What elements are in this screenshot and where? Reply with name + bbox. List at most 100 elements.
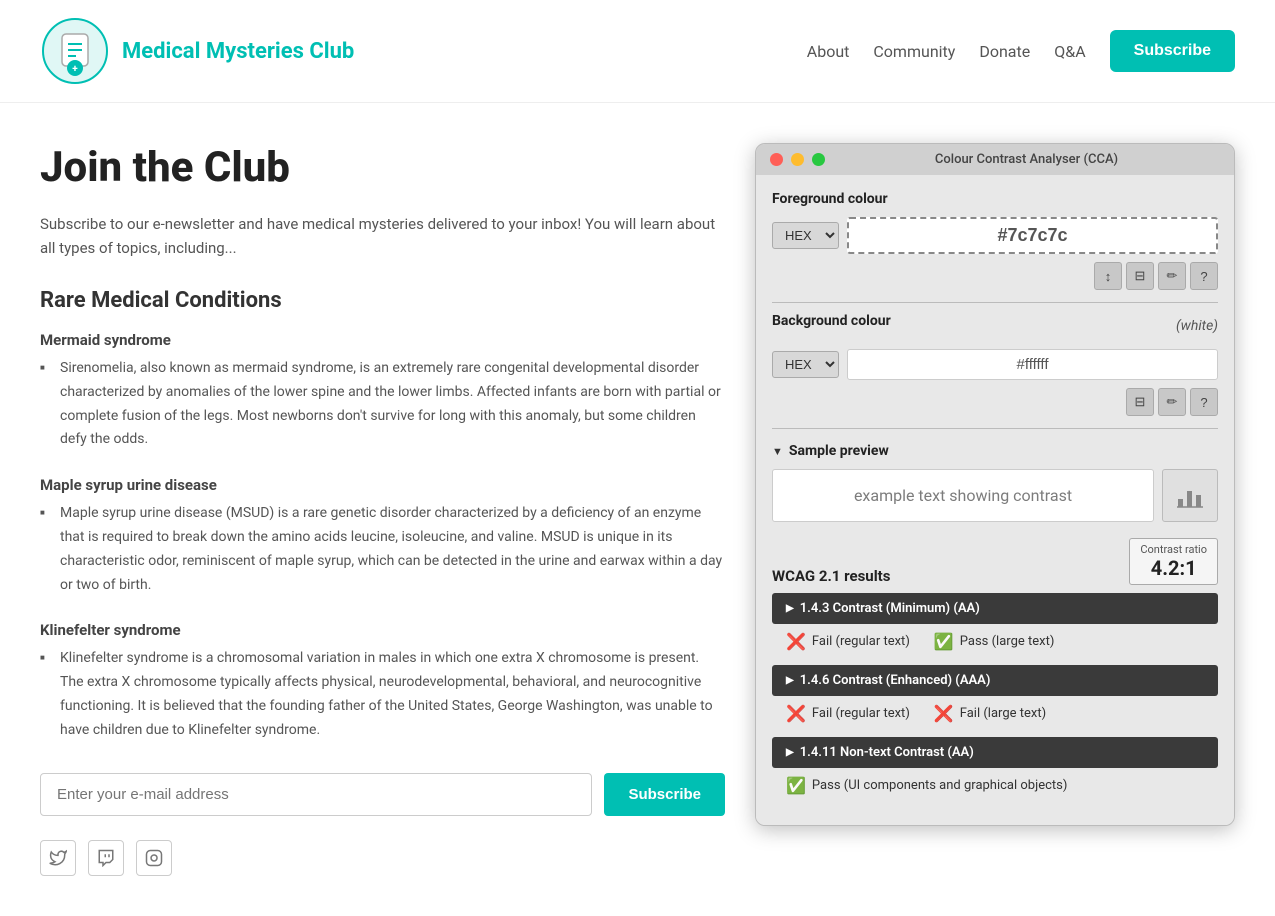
result-text: Pass (UI components and graphical object… bbox=[812, 778, 1067, 793]
wcag-item-triangle-icon: ▶ bbox=[786, 675, 794, 686]
fail-icon: ❌ bbox=[786, 704, 806, 723]
wcag-item-label: 1.4.6 Contrast (Enhanced) (AAA) bbox=[800, 673, 991, 688]
wcag-section: WCAG 2.1 results Contrast ratio 4.2:1 ▶ … bbox=[772, 538, 1218, 803]
bg-color-input[interactable] bbox=[847, 349, 1218, 380]
logo-area: + Medical Mysteries Club bbox=[40, 16, 354, 86]
result-text: Fail (regular text) bbox=[812, 706, 910, 721]
wcag-item-label: 1.4.11 Non-text Contrast (AA) bbox=[800, 745, 974, 760]
result-item: ❌ Fail (regular text) bbox=[786, 632, 910, 651]
email-input[interactable] bbox=[40, 773, 592, 816]
nav: About Community Donate Q&A Subscribe bbox=[807, 30, 1235, 72]
wcag-results-row: ❌ Fail (regular text) ❌ Fail (large text… bbox=[772, 696, 1218, 731]
wcag-item-label: 1.4.3 Contrast (Minimum) (AA) bbox=[800, 601, 980, 616]
fail-icon: ❌ bbox=[934, 704, 954, 723]
background-label: Background colour bbox=[772, 313, 891, 329]
contrast-ratio-value: 4.2:1 bbox=[1140, 556, 1207, 580]
wcag-item-header[interactable]: ▶ 1.4.6 Contrast (Enhanced) (AAA) bbox=[772, 665, 1218, 696]
wcag-item-header[interactable]: ▶ 1.4.11 Non-text Contrast (AA) bbox=[772, 737, 1218, 768]
wcag-header-row: WCAG 2.1 results Contrast ratio 4.2:1 bbox=[772, 538, 1218, 585]
wcag-results-row: ❌ Fail (regular text) ✅ Pass (large text… bbox=[772, 624, 1218, 659]
condition-desc: Klinefelter syndrome is a chromosomal va… bbox=[40, 647, 725, 742]
bg-input-row: HEX RGB HSL bbox=[772, 349, 1218, 380]
bg-white-label: (white) bbox=[1176, 318, 1218, 334]
bg-tool-eyedropper[interactable]: ✏ bbox=[1158, 388, 1186, 416]
sample-chart-button[interactable] bbox=[1162, 469, 1218, 522]
contrast-ratio-box: Contrast ratio 4.2:1 bbox=[1129, 538, 1218, 585]
contrast-ratio-label: Contrast ratio bbox=[1140, 543, 1207, 556]
result-item: ✅ Pass (UI components and graphical obje… bbox=[786, 776, 1067, 795]
wcag-item-triangle-icon: ▶ bbox=[786, 747, 794, 758]
svg-text:+: + bbox=[72, 64, 78, 75]
sample-preview-label: Sample preview bbox=[789, 443, 889, 459]
cca-window: Colour Contrast Analyser (CCA) Foregroun… bbox=[755, 143, 1235, 826]
nav-qa[interactable]: Q&A bbox=[1054, 42, 1085, 61]
result-item: ❌ Fail (regular text) bbox=[786, 704, 910, 723]
wcag-item: ▶ 1.4.3 Contrast (Minimum) (AA) ❌ Fail (… bbox=[772, 593, 1218, 659]
bg-format-select[interactable]: HEX RGB HSL bbox=[772, 351, 839, 378]
window-max-btn[interactable] bbox=[812, 153, 825, 166]
wcag-item-triangle-icon: ▶ bbox=[786, 603, 794, 614]
twitter-icon[interactable] bbox=[40, 840, 76, 876]
fg-tool-eyedropper[interactable]: ✏ bbox=[1158, 262, 1186, 290]
section-title: Rare Medical Conditions bbox=[40, 288, 725, 313]
cca-body: Foreground colour HEX RGB HSL ↕ ⊟ ✏ ? bbox=[756, 175, 1234, 825]
nav-community[interactable]: Community bbox=[873, 42, 955, 61]
result-text: Fail (large text) bbox=[960, 706, 1046, 721]
condition-name: Mermaid syndrome bbox=[40, 331, 725, 349]
condition-block: Klinefelter syndrome Klinefelter syndrom… bbox=[40, 621, 725, 742]
window-close-btn[interactable] bbox=[770, 153, 783, 166]
bg-tools: ⊟ ✏ ? bbox=[772, 388, 1218, 416]
page-title: Join the Club bbox=[40, 143, 725, 192]
condition-name: Maple syrup urine disease bbox=[40, 476, 725, 494]
fg-tool-adjust[interactable]: ⊟ bbox=[1126, 262, 1154, 290]
logo-icon: + bbox=[40, 16, 110, 86]
social-icons bbox=[40, 840, 725, 876]
sample-triangle-icon: ▼ bbox=[772, 445, 783, 458]
wcag-items-list: ▶ 1.4.3 Contrast (Minimum) (AA) ❌ Fail (… bbox=[772, 593, 1218, 803]
result-item: ✅ Pass (large text) bbox=[934, 632, 1055, 651]
sample-section: ▼ Sample preview example text showing co… bbox=[772, 443, 1218, 522]
sample-header: ▼ Sample preview bbox=[772, 443, 1218, 459]
sample-text: example text showing contrast bbox=[854, 486, 1072, 505]
instagram-icon[interactable] bbox=[136, 840, 172, 876]
fail-icon: ❌ bbox=[786, 632, 806, 651]
bg-tool-help[interactable]: ? bbox=[1190, 388, 1218, 416]
condition-desc: Maple syrup urine disease (MSUD) is a ra… bbox=[40, 502, 725, 597]
twitch-icon[interactable] bbox=[88, 840, 124, 876]
pass-icon: ✅ bbox=[786, 776, 806, 795]
wcag-title: WCAG 2.1 results bbox=[772, 567, 890, 585]
wcag-item: ▶ 1.4.6 Contrast (Enhanced) (AAA) ❌ Fail… bbox=[772, 665, 1218, 731]
result-item: ❌ Fail (large text) bbox=[934, 704, 1046, 723]
sample-text-box: example text showing contrast bbox=[772, 469, 1154, 522]
condition-desc: Sirenomelia, also known as mermaid syndr… bbox=[40, 357, 725, 452]
subscribe-form: Subscribe bbox=[40, 773, 725, 816]
logo-title: Medical Mysteries Club bbox=[122, 39, 354, 64]
fg-tool-help[interactable]: ? bbox=[1190, 262, 1218, 290]
conditions-list: Mermaid syndrome Sirenomelia, also known… bbox=[40, 331, 725, 743]
result-text: Pass (large text) bbox=[960, 634, 1055, 649]
result-text: Fail (regular text) bbox=[812, 634, 910, 649]
fg-tool-swap[interactable]: ↕ bbox=[1094, 262, 1122, 290]
foreground-label: Foreground colour bbox=[772, 191, 1218, 207]
subscribe-button[interactable]: Subscribe bbox=[604, 773, 725, 816]
divider-2 bbox=[772, 428, 1218, 429]
header-subscribe-button[interactable]: Subscribe bbox=[1110, 30, 1235, 72]
fg-input-row: HEX RGB HSL bbox=[772, 217, 1218, 254]
fg-color-input[interactable] bbox=[847, 217, 1218, 254]
wcag-item-header[interactable]: ▶ 1.4.3 Contrast (Minimum) (AA) bbox=[772, 593, 1218, 624]
nav-about[interactable]: About bbox=[807, 42, 850, 61]
bg-tool-adjust[interactable]: ⊟ bbox=[1126, 388, 1154, 416]
cca-window-column: Colour Contrast Analyser (CCA) Foregroun… bbox=[755, 143, 1235, 826]
chart-icon bbox=[1175, 481, 1205, 511]
wcag-results-row: ✅ Pass (UI components and graphical obje… bbox=[772, 768, 1218, 803]
nav-donate[interactable]: Donate bbox=[979, 42, 1030, 61]
sample-preview-row: example text showing contrast bbox=[772, 469, 1218, 522]
pass-icon: ✅ bbox=[934, 632, 954, 651]
content-column: Join the Club Subscribe to our e-newslet… bbox=[40, 143, 725, 876]
window-min-btn[interactable] bbox=[791, 153, 804, 166]
fg-format-select[interactable]: HEX RGB HSL bbox=[772, 222, 839, 249]
divider-1 bbox=[772, 302, 1218, 303]
cca-title: Colour Contrast Analyser (CCA) bbox=[833, 152, 1220, 167]
intro-text: Subscribe to our e-newsletter and have m… bbox=[40, 212, 725, 260]
bg-label-row: Background colour (white) bbox=[772, 313, 1218, 339]
